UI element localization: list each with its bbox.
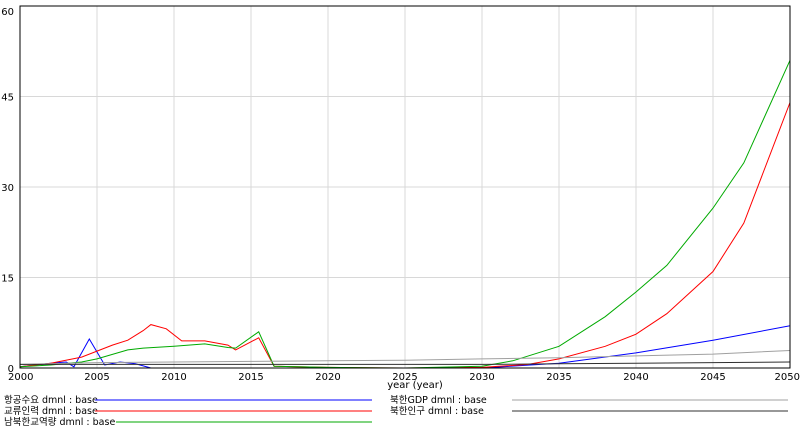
legend-label: 북한인구 dmnl : base <box>390 406 484 417</box>
x-tick-label: 2020 <box>315 372 340 383</box>
x-tick-label: 2035 <box>546 372 571 383</box>
x-axis-title: year (year) <box>387 380 443 391</box>
x-tick-label: 2050 <box>775 372 800 383</box>
legend-label: 북한GDP dmnl : base <box>390 395 487 406</box>
legend: 항공수요 dmnl : base교류인력 dmnl : base남북한교역량 d… <box>4 395 788 427</box>
legend-label: 교류인력 dmnl : base <box>4 405 98 417</box>
x-tick-label: 2005 <box>84 372 109 383</box>
grid-lines <box>19 5 791 369</box>
y-tick-label: 30 <box>1 183 14 194</box>
y-tick-label: 60 <box>1 7 14 18</box>
y-tick-label: 15 <box>1 274 14 285</box>
x-tick-label: 2015 <box>238 372 263 383</box>
x-tick-label: 2040 <box>623 372 648 383</box>
legend-label: 남북한교역량 dmnl : base <box>4 416 115 427</box>
x-tick-label: 2045 <box>700 372 725 383</box>
line-chart: 015304560 2000 2005 2010 2015 2020 2025 2030 20… <box>1 5 800 427</box>
y-tick-label: 45 <box>1 93 14 104</box>
x-tick-label: 2000 <box>8 372 33 383</box>
legend-label: 항공수요 dmnl : base <box>4 395 98 406</box>
x-tick-label: 2010 <box>161 372 186 383</box>
x-tick-label: 2030 <box>469 372 494 383</box>
y-tick-labels: 015304560 <box>1 7 14 375</box>
